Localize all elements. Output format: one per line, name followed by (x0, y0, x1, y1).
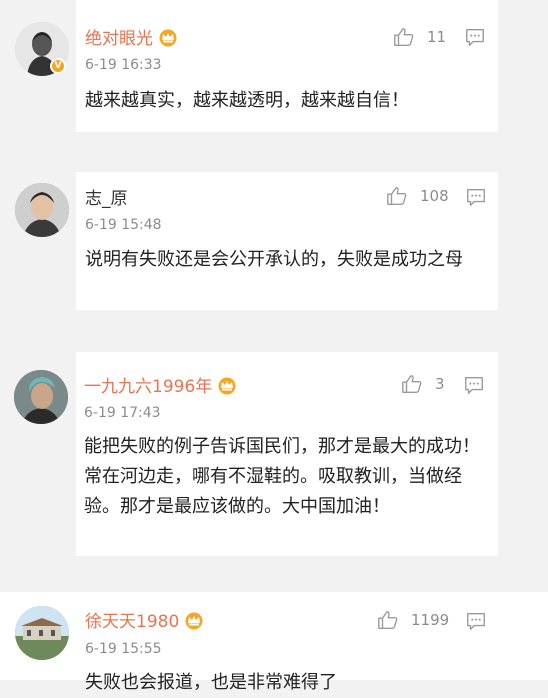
comment-icon (465, 376, 483, 394)
thumbs-up-icon (402, 375, 422, 393)
reply-button[interactable] (463, 374, 485, 396)
thumbs-up-icon (387, 187, 407, 205)
thumbs-up-icon (394, 28, 414, 46)
reply-button[interactable] (465, 186, 487, 208)
username[interactable]: 绝对眼光 (85, 28, 179, 50)
avatar-image (15, 183, 69, 237)
like-button[interactable]: 108 (386, 184, 449, 208)
comment-time: 6-19 15:55 (85, 641, 162, 657)
thumbs-up-icon (378, 611, 398, 629)
like-count: 11 (427, 28, 447, 46)
avatar-image (14, 370, 68, 424)
like-button[interactable]: 3 (401, 372, 445, 396)
verified-v-icon: V (50, 58, 66, 74)
crown-icon (218, 377, 236, 395)
like-count: 108 (420, 187, 449, 205)
comment-time: 6-19 16:33 (85, 57, 162, 73)
comment-time: 6-19 15:48 (85, 217, 162, 233)
avatar[interactable] (15, 183, 69, 237)
reply-button[interactable] (464, 26, 486, 48)
comment-icon (467, 188, 485, 206)
comment-icon (467, 612, 485, 630)
avatar-image (15, 606, 69, 660)
like-count: 3 (435, 375, 445, 393)
comment-text: 失败也会报道，也是非常难得了 (85, 672, 337, 693)
like-count: 1199 (411, 611, 450, 629)
like-button[interactable]: 11 (393, 25, 446, 49)
comment-time: 6-19 17:43 (84, 405, 161, 421)
comment-text: 越来越真实，越来越透明，越来越自信！ (85, 90, 409, 111)
crown-icon (185, 612, 203, 630)
reply-button[interactable] (465, 610, 487, 632)
username[interactable]: 志_原 (85, 188, 128, 210)
username[interactable]: 徐天天1980 (85, 611, 205, 633)
avatar[interactable] (15, 606, 69, 660)
comment-text: 能把失败的例子告诉国民们，那才是最大的成功！常在河边走，哪有不湿鞋的。吸取教训，… (84, 436, 480, 517)
like-button[interactable]: 1199 (377, 608, 449, 632)
crown-icon (159, 29, 177, 47)
comment-card (0, 592, 548, 680)
username[interactable]: 一九九六1996年 (84, 376, 238, 398)
comment-icon (466, 28, 484, 46)
avatar[interactable] (14, 370, 68, 424)
comment-text: 说明有失败还是会公开承认的，失败是成功之母 (85, 249, 463, 270)
